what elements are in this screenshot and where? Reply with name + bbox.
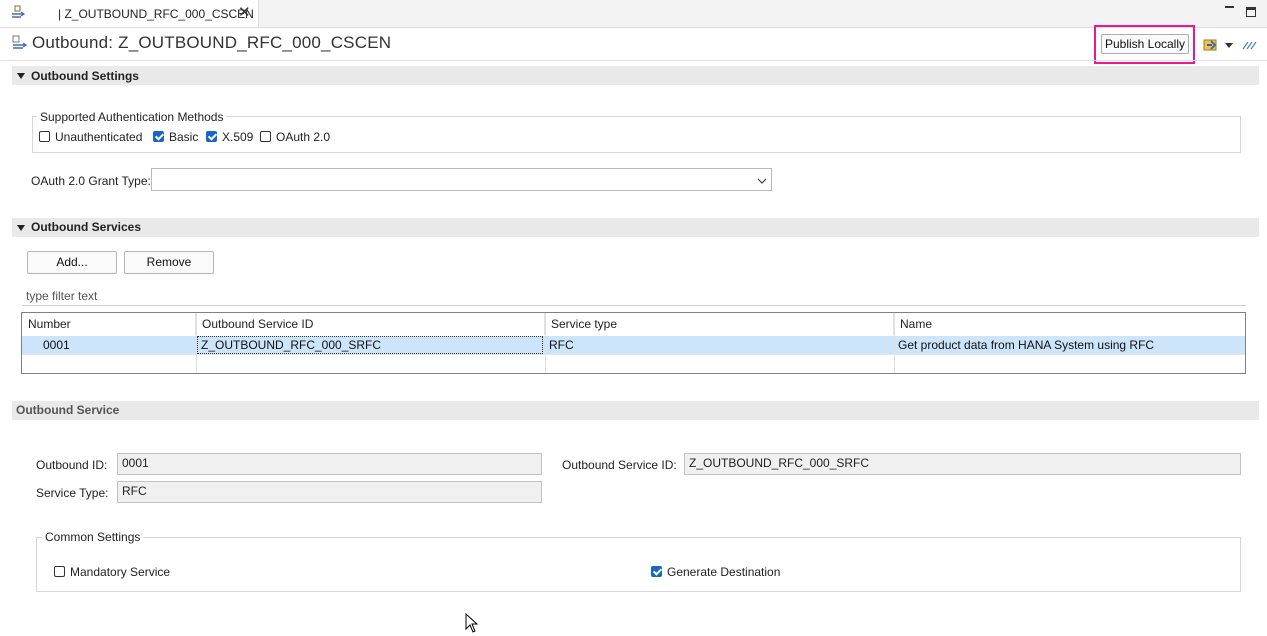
- collapse-triangle-icon[interactable]: [17, 225, 25, 231]
- outbound-services-section-header[interactable]: [12, 218, 1259, 237]
- common-settings-group: [36, 537, 1241, 592]
- auth-methods-group-label: Supported Authentication Methods: [37, 110, 227, 124]
- publish-locally-button[interactable]: Publish Locally: [1101, 34, 1189, 54]
- dropdown-arrow-icon[interactable]: [1225, 43, 1233, 48]
- add-service-button[interactable]: Add...: [27, 251, 117, 274]
- mandatory-service-checkbox[interactable]: [54, 566, 65, 577]
- close-icon[interactable]: ✕: [238, 5, 251, 20]
- editor-tab-icon: [10, 5, 26, 24]
- header-divider: [0, 60, 1267, 61]
- column-header-service-id[interactable]: Outbound Service ID: [196, 313, 545, 335]
- common-settings-group-label: Common Settings: [42, 530, 144, 544]
- collapse-triangle-icon[interactable]: [17, 73, 25, 79]
- outbound-editor-icon: [11, 35, 29, 54]
- unauthenticated-checkbox[interactable]: [39, 131, 50, 142]
- service-type-field[interactable]: RFC: [117, 481, 542, 503]
- generate-destination-checkbox[interactable]: [651, 566, 662, 577]
- cell-number: 0001: [43, 338, 70, 352]
- basic-checkbox[interactable]: [153, 131, 164, 142]
- service-type-label: Service Type:: [36, 486, 109, 500]
- outbound-services-title: Outbound Services: [31, 220, 142, 234]
- maximize-icon[interactable]: [1246, 7, 1256, 17]
- service-id-label: Outbound Service ID:: [562, 458, 677, 472]
- oauth2-label: OAuth 2.0: [276, 130, 331, 144]
- cell-service-id: Z_OUTBOUND_RFC_000_SRFC: [197, 336, 543, 354]
- column-header-service-type[interactable]: Service type: [545, 313, 894, 335]
- grant-type-select[interactable]: [151, 168, 772, 191]
- run-menu-icon[interactable]: [1203, 37, 1221, 55]
- grant-type-label: OAuth 2.0 Grant Type:: [31, 174, 151, 188]
- oauth2-checkbox[interactable]: [260, 131, 271, 142]
- page-title: Outbound: Z_OUTBOUND_RFC_000_CSCEN: [32, 33, 392, 52]
- basic-label: Basic: [169, 130, 199, 144]
- editor-tab-label: | Z_OUTBOUND_RFC_000_CSCEN: [58, 7, 254, 21]
- mandatory-service-label: Mandatory Service: [70, 565, 171, 579]
- filter-input[interactable]: [22, 286, 1246, 306]
- column-header-number[interactable]: Number: [22, 313, 196, 335]
- outbound-settings-section-header[interactable]: [12, 66, 1259, 85]
- outbound-settings-title: Outbound Settings: [31, 69, 139, 83]
- column-header-name[interactable]: Name: [894, 313, 1244, 335]
- outbound-service-title: Outbound Service: [16, 403, 120, 417]
- x509-label: X.509: [222, 130, 254, 144]
- x509-checkbox[interactable]: [206, 131, 217, 142]
- service-id-field[interactable]: Z_OUTBOUND_RFC_000_SRFC: [684, 453, 1241, 475]
- outbound-id-label: Outbound ID:: [36, 458, 108, 472]
- minimize-icon[interactable]: [1225, 6, 1234, 8]
- remove-service-button[interactable]: Remove: [124, 251, 214, 274]
- outbound-services-table: Number Outbound Service ID Service type …: [21, 312, 1246, 374]
- cell-service-type: RFC: [549, 338, 574, 352]
- outbound-id-field[interactable]: 0001: [117, 453, 542, 475]
- outbound-service-section-header: [12, 401, 1259, 420]
- editor-tab[interactable]: | Z_OUTBOUND_RFC_000_CSCEN ✕: [0, 0, 259, 27]
- cell-name: Get product data from HANA System using …: [898, 338, 1155, 352]
- chevron-down-icon: [757, 174, 767, 188]
- help-icon[interactable]: [1242, 39, 1257, 53]
- unauthenticated-label: Unauthenticated: [55, 130, 143, 144]
- generate-destination-label: Generate Destination: [667, 565, 781, 579]
